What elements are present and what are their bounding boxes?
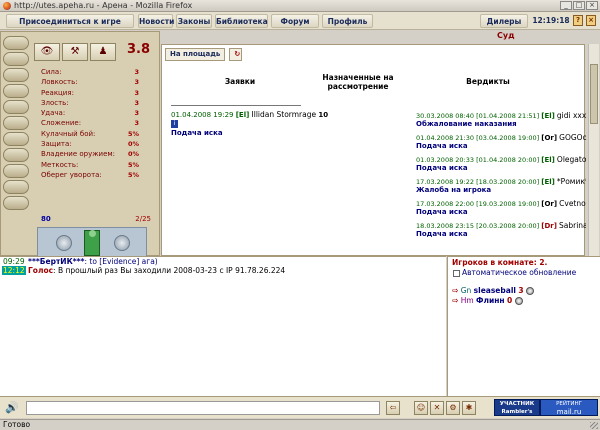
nav-forum[interactable]: Форум	[271, 14, 319, 28]
column-requests: Заявки	[224, 77, 256, 86]
minimize-button[interactable]: _	[560, 1, 572, 10]
info-icon[interactable]: i	[171, 120, 178, 128]
nav-laws[interactable]: Законы	[176, 14, 212, 28]
nav-dealers[interactable]: Дилеры	[480, 14, 528, 28]
divider	[171, 105, 301, 106]
hp-ratio: 2/25	[135, 215, 151, 223]
stat-row: Реакция: 3	[41, 88, 139, 97]
stat-row: Оберег уворота: 5%	[41, 170, 139, 179]
send-icon[interactable]: ⇦	[386, 401, 400, 415]
hp-current: 80	[41, 215, 51, 223]
player-item[interactable]: ⇨ Hm Флинн 0	[452, 296, 523, 305]
nav-library[interactable]: Библиотека	[215, 14, 268, 28]
shield-left-icon[interactable]	[56, 235, 72, 251]
stat-row: Меткость: 5%	[41, 160, 139, 169]
stat-row: Злость: 3	[41, 98, 139, 107]
chat-timestamp[interactable]: 09:29	[2, 257, 26, 266]
column-verdicts: Вердикты	[466, 77, 510, 86]
smile-icon[interactable]: ☺	[414, 401, 428, 415]
private-arrow-icon[interactable]: ⇨	[452, 296, 458, 305]
help-icon[interactable]: ?	[573, 15, 583, 26]
server-clock: 12:19:18	[532, 16, 570, 25]
stat-row: Кулачный бой: 5%	[41, 129, 139, 138]
character-panel: 👁 ⚒ ♟ 3.8 Сила: 3 Ловкость: 3 Реакция: 3 Зл…	[0, 31, 160, 257]
status-bar: Готово	[0, 419, 600, 430]
chat-line: 09:29 ***БертИК***: to [Evidence] ага)	[2, 257, 158, 266]
stat-row: Владение оружием: 0%	[41, 150, 139, 159]
window-title: http://utes.apeha.ru - Арена - Mozilla F…	[14, 1, 193, 10]
request-type[interactable]: Подача иска	[171, 129, 331, 137]
scroll-thumb[interactable]	[590, 64, 598, 124]
stat-row: Сила: 3	[41, 68, 139, 76]
chat-text: : to [Evidence] ага)	[84, 257, 158, 266]
court-scrollbar[interactable]	[588, 44, 599, 256]
chat-author: Голос	[28, 266, 54, 275]
clear-icon[interactable]: ✕	[430, 401, 444, 415]
tools-icon[interactable]: ⚒	[62, 43, 88, 61]
hp-readout: 80 2/25	[39, 215, 155, 225]
verdict-item[interactable]: 30.03.2008 08:40 [01.04.2008 21:51] [El]…	[416, 111, 586, 133]
firefox-icon	[3, 2, 11, 10]
auto-update-toggle[interactable]: Автоматическое обновление	[452, 268, 597, 277]
verdict-item[interactable]: 17.03.2008 22:00 [19.03.2008 19:00] [Or]…	[416, 199, 586, 221]
refresh-icon[interactable]: ↻	[229, 48, 243, 61]
nav-news[interactable]: Новости	[138, 14, 174, 28]
request-item[interactable]: 01.04.2008 19:29 [El] Illidan Stormrage …	[171, 110, 331, 137]
settings-icon[interactable]: ⚙	[446, 401, 460, 415]
verdicts-list: 30.03.2008 08:40 [01.04.2008 21:51] [El]…	[416, 111, 586, 247]
verdict-item[interactable]: 01.04.2008 21:30 [03.04.2008 19:00] [Or]…	[416, 133, 586, 155]
maximize-button[interactable]: □	[573, 1, 585, 10]
rambler-top100-banner[interactable]: УЧАСТНИК Rambler's	[494, 399, 540, 416]
chat-timestamp[interactable]: 12:12	[2, 266, 26, 275]
tab-square[interactable]: На площадь	[165, 48, 226, 61]
verdict-item[interactable]: 01.03.2008 20:33 [01.04.2008 20:00] [El]…	[416, 155, 586, 177]
auto-update-checkbox[interactable]	[453, 269, 460, 277]
character-level: 3.8	[127, 42, 151, 57]
stat-row: Удача: 3	[41, 109, 139, 118]
private-arrow-icon[interactable]: ⇨	[452, 286, 458, 295]
shield-right-icon[interactable]	[114, 235, 130, 251]
stat-row: Сложение: 3	[41, 119, 139, 128]
column-assigned: Назначенные на рассмотрение	[322, 73, 394, 91]
window-titlebar: http://utes.apeha.ru - Арена - Mozilla F…	[0, 0, 600, 12]
status-text: Готово	[3, 420, 31, 429]
players-count: Игроков в комнате: 2.	[452, 258, 548, 267]
nav-profile[interactable]: Профиль	[322, 14, 373, 28]
chat-input[interactable]	[26, 401, 380, 415]
stat-row: Ловкость: 3	[41, 78, 139, 87]
player-item[interactable]: ⇨ Gn sleaseball 3	[452, 286, 534, 295]
info-ball-icon[interactable]	[525, 287, 534, 295]
location-label: Суд	[497, 31, 515, 40]
verdict-item[interactable]: 18.03.2008 23:15 [20.03.2008 20:00] [Dr]…	[416, 221, 586, 243]
close-button[interactable]: ×	[586, 1, 598, 10]
verdict-item[interactable]: 17.03.2008 19:22 [18.03.2008 20:00] [El]…	[416, 177, 586, 199]
decorative-chain	[3, 36, 31, 221]
stat-row: Защита: 0%	[41, 140, 139, 149]
join-game-button[interactable]: Присоединиться к игре заново	[6, 14, 134, 40]
top-nav: Присоединиться к игре заново Новости Зак…	[0, 12, 600, 40]
stats-list: Сила: 3 Ловкость: 3 Реакция: 3 Злость: 3 Уда…	[31, 67, 139, 180]
character-icon[interactable]: ♟	[90, 43, 116, 61]
speaker-icon[interactable]: 🔊	[5, 401, 21, 415]
avatar[interactable]	[37, 227, 147, 257]
chat-log: 09:29 ***БертИК***: to [Evidence] ага) 1…	[0, 256, 446, 396]
eye-icon[interactable]: 👁	[34, 43, 60, 61]
players-panel: Игроков в комнате: 2. Автоматическое обн…	[447, 256, 600, 396]
exit-icon[interactable]: ×	[586, 15, 596, 26]
mailru-rating-banner[interactable]: РЕЙТИНГ mail.ru	[540, 399, 598, 416]
chat-line: 12:12 Голос: В прошлый раз Вы заходили 2…	[2, 266, 285, 275]
info-ball-icon[interactable]	[514, 297, 523, 305]
resize-grip[interactable]	[590, 422, 598, 429]
character-figure	[84, 230, 100, 256]
filter-icon[interactable]: ✱	[462, 401, 476, 415]
chat-text: : В прошлый раз Вы заходили 2008-03-23 с…	[53, 266, 286, 275]
chat-author[interactable]: ***БертИК***	[28, 257, 84, 266]
